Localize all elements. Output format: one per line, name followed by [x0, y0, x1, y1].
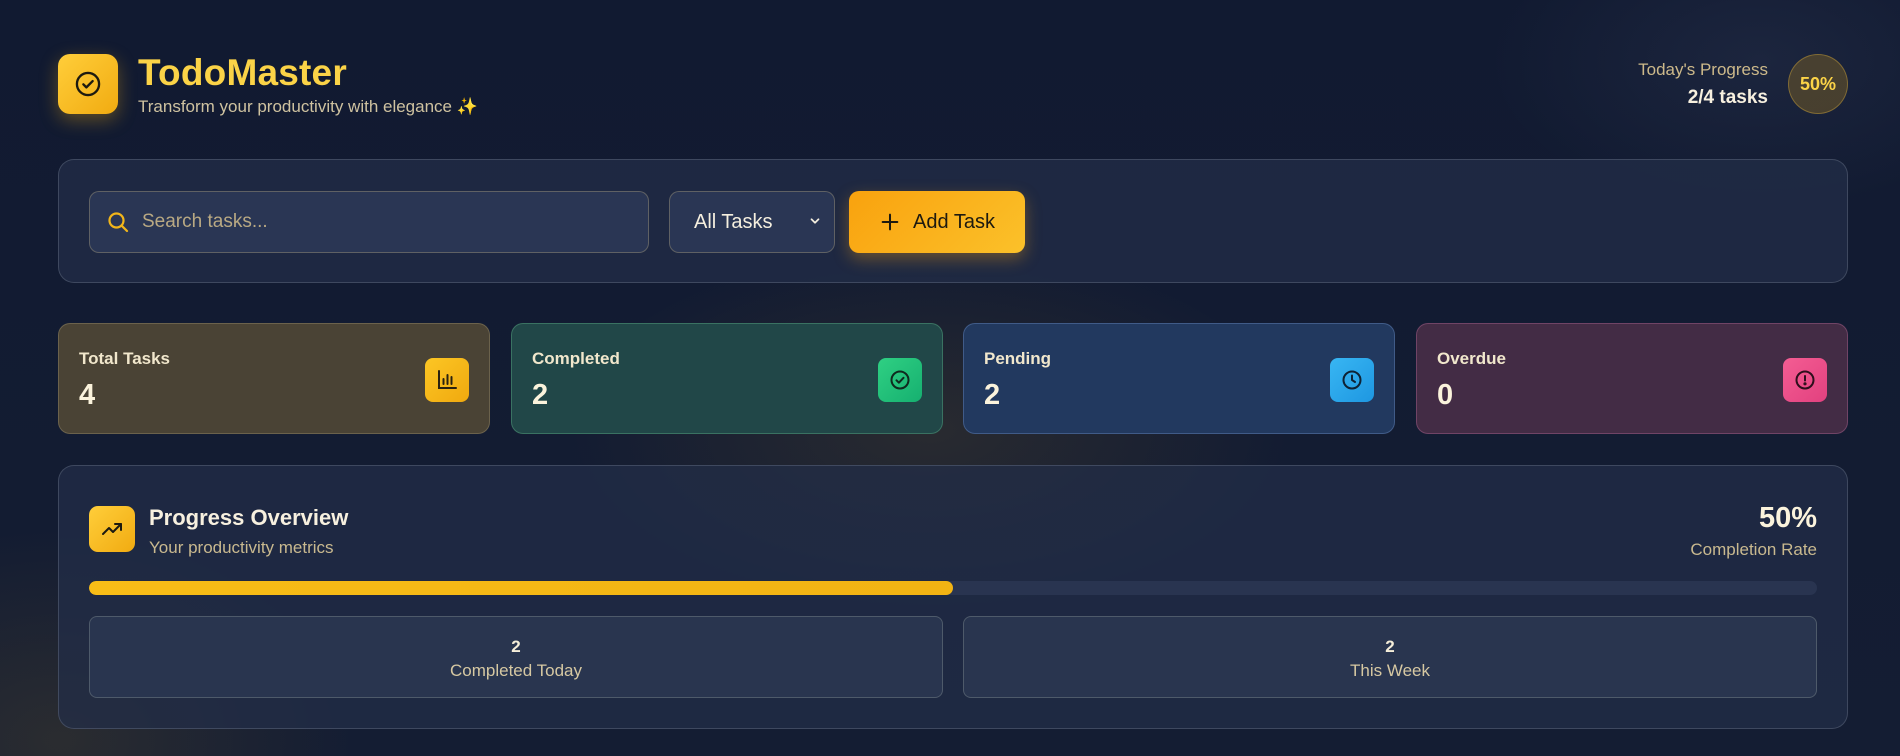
- completion-rate-label: Completion Rate: [1690, 540, 1817, 559]
- stat-label: Completed: [532, 349, 620, 368]
- stat-card-completed: Completed 2: [511, 323, 943, 434]
- overview-title: Progress Overview: [149, 505, 349, 530]
- chevron-down-icon: [810, 218, 820, 224]
- stat-value: 2: [984, 379, 1001, 411]
- stat-card-overdue: Overdue 0: [1416, 323, 1848, 434]
- plus-icon: [881, 213, 899, 231]
- clock-icon: [1330, 358, 1374, 402]
- app-logo: [58, 54, 118, 114]
- stat-value: 2: [532, 379, 549, 411]
- search-box[interactable]: [89, 191, 649, 253]
- add-task-button[interactable]: Add Task: [849, 191, 1025, 253]
- today-progress-badge: 50%: [1788, 54, 1848, 114]
- stat-card-total: Total Tasks 4: [58, 323, 490, 434]
- stat-card-pending: Pending 2: [963, 323, 1395, 434]
- completion-percent: 50%: [1758, 502, 1817, 534]
- stat-label: Pending: [984, 349, 1052, 368]
- overview-subtitle: Your productivity metrics: [149, 538, 334, 557]
- toolbar-panel: All Tasks Add Task: [58, 159, 1848, 283]
- app-subtitle: Transform your productivity with eleganc…: [138, 97, 478, 116]
- today-progress-label: Today's Progress: [1638, 60, 1768, 79]
- stat-label: Overdue: [1437, 349, 1506, 368]
- today-progress-percent: 50%: [1799, 73, 1837, 94]
- metric-label: This Week: [1350, 661, 1430, 680]
- check-circle-icon: [75, 71, 101, 97]
- metric-value: 2: [511, 637, 521, 656]
- filter-select[interactable]: All Tasks: [669, 191, 835, 253]
- check-circle-icon: [878, 358, 922, 402]
- bar-chart-icon: [425, 358, 469, 402]
- trending-up-icon: [89, 506, 135, 552]
- progress-overview-panel: Progress Overview Your productivity metr…: [58, 465, 1848, 729]
- stat-value: 0: [1437, 379, 1454, 411]
- metric-completed-today: 2 Completed Today: [89, 616, 943, 698]
- app-title: TodoMaster: [138, 52, 347, 93]
- alert-circle-icon: [1783, 358, 1827, 402]
- add-task-label: Add Task: [913, 210, 995, 233]
- progress-track: [89, 581, 1817, 595]
- metric-value: 2: [1385, 637, 1395, 656]
- today-progress-tasks: 2/4 tasks: [1687, 87, 1768, 108]
- metric-this-week: 2 This Week: [963, 616, 1817, 698]
- search-input[interactable]: [142, 211, 648, 233]
- stat-value: 4: [79, 379, 96, 411]
- search-icon: [108, 212, 129, 233]
- metric-label: Completed Today: [450, 661, 582, 680]
- filter-selected-value: All Tasks: [694, 210, 773, 233]
- stat-label: Total Tasks: [79, 349, 171, 368]
- progress-fill: [89, 581, 953, 595]
